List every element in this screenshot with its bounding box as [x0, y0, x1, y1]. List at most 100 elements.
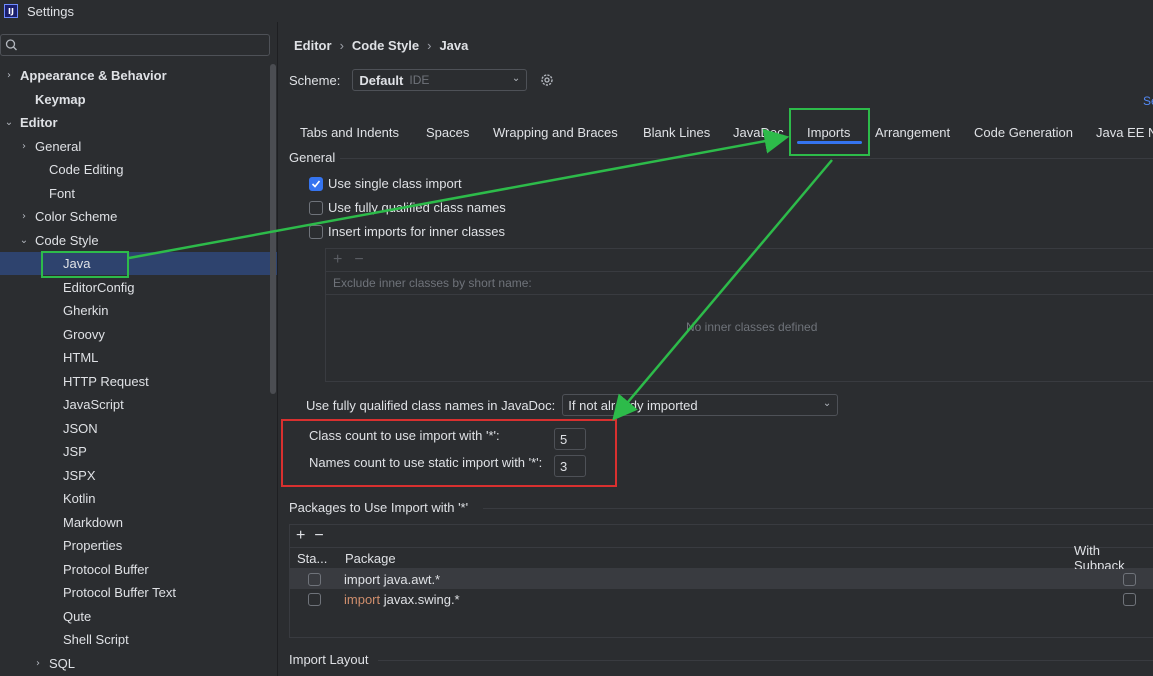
settings-search-input[interactable]: [0, 34, 270, 56]
sidebar-item-keymap[interactable]: Keymap: [0, 88, 277, 111]
sidebar-item-label: General: [35, 138, 82, 154]
chevron-right-icon[interactable]: ›: [18, 211, 30, 222]
chevron-right-icon[interactable]: ›: [3, 70, 15, 81]
set-from-link[interactable]: Se: [1143, 94, 1153, 108]
tab-imports[interactable]: Imports: [796, 118, 863, 146]
sidebar-item-shell-script[interactable]: Shell Script: [0, 628, 277, 651]
sidebar-item-label: Appearance & Behavior: [20, 68, 167, 83]
sidebar-item-java[interactable]: Java: [0, 252, 277, 275]
general-section-title: General: [289, 150, 336, 165]
sidebar-item-code-editing[interactable]: Code Editing: [0, 158, 277, 181]
static-checkbox[interactable]: [308, 592, 321, 606]
sidebar-item-html[interactable]: HTML: [0, 346, 277, 369]
sidebar-item-markdown[interactable]: Markdown: [0, 511, 277, 534]
packages-toolbar: + −: [290, 525, 1153, 547]
tab-javadoc[interactable]: JavaDoc: [733, 118, 784, 146]
add-icon[interactable]: +: [333, 251, 342, 269]
tab-java-ee-names[interactable]: Java EE N: [1096, 118, 1153, 146]
section-divider: [378, 660, 1153, 661]
sidebar-item-label: Gherkin: [63, 303, 109, 318]
sidebar-scrollbar[interactable]: [270, 64, 276, 394]
sidebar-item-javascript[interactable]: JavaScript: [0, 393, 277, 416]
packages-section-title: Packages to Use Import with '*': [289, 500, 469, 515]
javadoc-select[interactable]: If not already imported ⌄: [562, 394, 839, 416]
sidebar-item-label: Markdown: [63, 514, 123, 530]
package-name: javax.swing.*: [383, 591, 460, 607]
breadcrumb-separator: ›: [427, 38, 432, 53]
sidebar-item-appearance-behavior[interactable]: › Appearance & Behavior: [0, 64, 277, 87]
tab-arrangement[interactable]: Arrangement: [875, 118, 950, 146]
tab-blank-lines[interactable]: Blank Lines: [643, 118, 710, 146]
package-name: java.awt.*: [383, 571, 441, 587]
sidebar-item-label: Code Style: [35, 232, 99, 248]
window-title: Settings: [27, 3, 74, 19]
sidebar-item-json[interactable]: JSON: [0, 417, 277, 440]
sidebar-item-code-style[interactable]: ⌄ Code Style: [0, 229, 277, 252]
package-cell: import javax.swing.*: [344, 592, 460, 607]
sidebar-item-http-request[interactable]: HTTP Request: [0, 370, 277, 393]
javadoc-row: Use fully qualified class names in JavaD…: [306, 394, 839, 416]
sidebar-item-editor[interactable]: ⌄ Editor: [0, 111, 277, 134]
gear-icon[interactable]: [539, 72, 555, 88]
sidebar-item-label: Font: [49, 185, 76, 201]
sidebar-item-jsp[interactable]: JSP: [0, 440, 277, 463]
sidebar-item-label: Shell Script: [63, 632, 129, 647]
sidebar-item-jspx[interactable]: JSPX: [0, 464, 277, 487]
sidebar-item-label: Code Editing: [49, 162, 124, 177]
tab-wrapping-and-braces[interactable]: Wrapping and Braces: [493, 118, 618, 146]
settings-content: Editor › Code Style › Java Scheme: Defau…: [277, 22, 1153, 676]
class-count-row: Class count to use import with '*': 5: [309, 428, 586, 450]
class-count-input[interactable]: 5: [554, 428, 586, 450]
insert-imports-inner-label: Insert imports for inner classes: [328, 224, 506, 239]
col-package[interactable]: Package: [345, 551, 396, 566]
add-icon[interactable]: +: [296, 527, 305, 545]
table-row[interactable]: import javax.swing.*: [290, 589, 1153, 609]
sidebar-item-label: Protocol Buffer: [63, 561, 149, 577]
static-checkbox[interactable]: [308, 572, 321, 586]
search-icon: [5, 39, 17, 51]
package-cell: import java.awt.*: [344, 572, 440, 587]
sidebar-item-font[interactable]: Font: [0, 182, 277, 205]
use-single-class-import-checkbox[interactable]: Use single class import: [309, 176, 462, 191]
breadcrumb-editor[interactable]: Editor: [294, 38, 332, 53]
packages-table: + − Sta... Package With Subpack import j…: [289, 524, 1153, 638]
sidebar-item-label: Protocol Buffer Text: [63, 585, 176, 600]
sidebar-item-protocol-buffer[interactable]: Protocol Buffer: [0, 558, 277, 581]
sidebar-item-protocol-buffer-text[interactable]: Protocol Buffer Text: [0, 581, 277, 604]
sidebar-item-gherkin[interactable]: Gherkin: [0, 299, 277, 322]
sidebar-item-general[interactable]: › General: [0, 135, 277, 158]
names-count-row: Names count to use static import with '*…: [309, 455, 586, 477]
breadcrumb-code-style[interactable]: Code Style: [352, 38, 419, 53]
subpackages-checkbox[interactable]: [1123, 592, 1136, 606]
use-fully-qualified-checkbox[interactable]: Use fully qualified class names: [309, 200, 506, 215]
names-count-input[interactable]: 3: [554, 455, 586, 477]
sidebar-item-editorconfig[interactable]: EditorConfig: [0, 276, 277, 299]
sidebar-item-label: JSP: [63, 444, 87, 459]
insert-imports-inner-checkbox[interactable]: Insert imports for inner classes: [309, 224, 505, 239]
sidebar-item-label: Keymap: [35, 91, 86, 107]
tab-code-generation[interactable]: Code Generation: [974, 118, 1073, 146]
chevron-down-icon[interactable]: ⌄: [3, 117, 15, 128]
scheme-select[interactable]: Default IDE ⌄: [352, 69, 528, 91]
table-row[interactable]: import java.awt.*: [290, 569, 1153, 589]
remove-icon[interactable]: −: [354, 251, 363, 269]
sidebar-item-color-scheme[interactable]: › Color Scheme: [0, 205, 277, 228]
remove-icon[interactable]: −: [314, 527, 323, 545]
sidebar-item-sql[interactable]: › SQL: [0, 652, 277, 675]
checkbox-checked-icon: [309, 176, 323, 191]
checkbox-unchecked-icon: [309, 224, 323, 239]
sidebar-item-properties[interactable]: Properties: [0, 534, 277, 557]
chevron-right-icon[interactable]: ›: [32, 658, 44, 669]
sidebar-item-groovy[interactable]: Groovy: [0, 323, 277, 346]
sidebar-item-kotlin[interactable]: Kotlin: [0, 487, 277, 510]
subpackages-checkbox[interactable]: [1123, 572, 1136, 586]
chevron-down-icon: ⌄: [822, 398, 832, 409]
chevron-down-icon[interactable]: ⌄: [18, 235, 30, 246]
tab-spaces[interactable]: Spaces: [426, 118, 469, 146]
col-static[interactable]: Sta...: [297, 551, 327, 566]
exclude-header: Exclude inner classes by short name:: [326, 271, 1153, 295]
packages-header: Sta... Package With Subpack: [290, 543, 1153, 573]
sidebar-item-qute[interactable]: Qute: [0, 605, 277, 628]
tab-tabs-and-indents[interactable]: Tabs and Indents: [300, 118, 399, 146]
chevron-right-icon[interactable]: ›: [18, 141, 30, 152]
